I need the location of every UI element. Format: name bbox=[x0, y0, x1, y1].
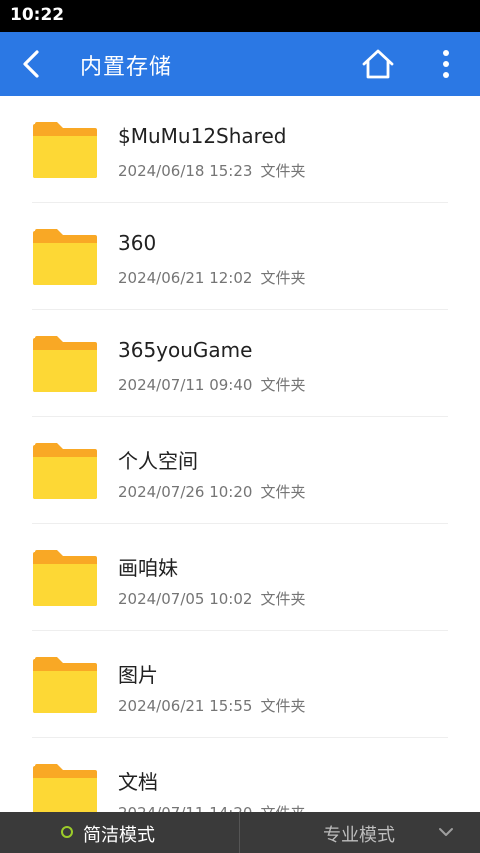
file-meta: 2024/06/21 15:55 文件夹 bbox=[118, 695, 305, 716]
file-date: 2024/06/18 15:23 bbox=[118, 162, 253, 180]
file-meta: 2024/07/11 14:20 文件夹 bbox=[118, 802, 305, 812]
file-name: $MuMu12Shared bbox=[118, 124, 287, 148]
list-item[interactable]: 365youGame 2024/07/11 09:40 文件夹 bbox=[0, 310, 480, 417]
list-item[interactable]: 画咱妹 2024/07/05 10:02 文件夹 bbox=[0, 524, 480, 631]
list-item[interactable]: 360 2024/06/21 12:02 文件夹 bbox=[0, 203, 480, 310]
folder-icon bbox=[33, 764, 97, 812]
home-button[interactable] bbox=[359, 46, 397, 82]
page-title: 内置存储 bbox=[80, 55, 173, 80]
file-date: 2024/06/21 12:02 bbox=[118, 269, 253, 287]
file-name: 画咱妹 bbox=[118, 556, 178, 580]
folder-icon bbox=[33, 229, 97, 285]
file-type: 文件夹 bbox=[260, 376, 306, 394]
file-date: 2024/07/11 14:20 bbox=[118, 804, 252, 812]
home-icon bbox=[362, 49, 394, 79]
list-item[interactable]: 图片 2024/06/21 15:55 文件夹 bbox=[0, 631, 480, 738]
folder-icon bbox=[33, 443, 97, 499]
file-date: 2024/07/11 09:40 bbox=[118, 376, 253, 394]
file-name: 图片 bbox=[118, 663, 158, 687]
folder-icon bbox=[33, 657, 97, 713]
pro-mode-label: 专业模式 bbox=[323, 825, 395, 846]
file-type: 文件夹 bbox=[260, 162, 306, 180]
back-arrow-icon bbox=[23, 50, 39, 78]
simple-mode-label: 简洁模式 bbox=[83, 825, 155, 846]
file-name: 个人空间 bbox=[118, 449, 198, 473]
status-time: 10:22 bbox=[10, 5, 65, 25]
back-button[interactable] bbox=[14, 46, 50, 82]
file-name: 文档 bbox=[118, 770, 158, 794]
radio-selected-icon bbox=[61, 826, 73, 838]
folder-icon bbox=[33, 336, 97, 392]
list-item[interactable]: 文档 2024/07/11 14:20 文件夹 bbox=[0, 738, 480, 812]
more-vert-icon bbox=[443, 50, 449, 78]
app-bar: 内置存储 bbox=[0, 32, 480, 96]
file-type: 文件夹 bbox=[260, 590, 306, 608]
file-meta: 2024/06/18 15:23 文件夹 bbox=[118, 160, 305, 181]
file-type: 文件夹 bbox=[260, 483, 306, 501]
file-meta: 2024/06/21 12:02 文件夹 bbox=[118, 267, 305, 288]
list-item[interactable]: $MuMu12Shared 2024/06/18 15:23 文件夹 bbox=[0, 96, 480, 203]
file-type: 文件夹 bbox=[260, 697, 306, 715]
file-type: 文件夹 bbox=[260, 804, 305, 812]
file-date: 2024/06/21 15:55 bbox=[118, 697, 253, 715]
file-name: 365youGame bbox=[118, 338, 253, 362]
mode-switch-bar: 简洁模式 专业模式 bbox=[0, 812, 480, 853]
file-meta: 2024/07/05 10:02 文件夹 bbox=[118, 588, 305, 609]
status-bar: 10:22 bbox=[0, 0, 480, 32]
file-meta: 2024/07/11 09:40 文件夹 bbox=[118, 374, 305, 395]
folder-icon bbox=[33, 550, 97, 606]
more-options-button[interactable] bbox=[430, 46, 462, 82]
folder-icon bbox=[33, 122, 97, 178]
file-meta: 2024/07/26 10:20 文件夹 bbox=[118, 481, 305, 502]
list-item[interactable]: 个人空间 2024/07/26 10:20 文件夹 bbox=[0, 417, 480, 524]
file-date: 2024/07/26 10:20 bbox=[118, 483, 253, 501]
file-type: 文件夹 bbox=[260, 269, 306, 287]
file-name: 360 bbox=[118, 231, 157, 255]
pro-mode-button[interactable]: 专业模式 bbox=[240, 812, 480, 853]
file-date: 2024/07/05 10:02 bbox=[118, 590, 253, 608]
chevron-down-icon bbox=[439, 828, 453, 836]
file-list[interactable]: $MuMu12Shared 2024/06/18 15:23 文件夹 360 20… bbox=[0, 96, 480, 812]
simple-mode-button[interactable]: 简洁模式 bbox=[0, 812, 238, 853]
